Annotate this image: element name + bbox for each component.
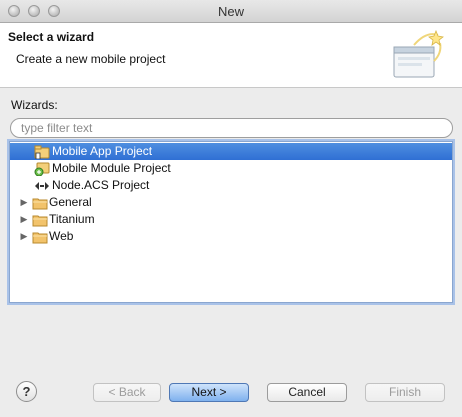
mobile-module-project-icon (34, 162, 50, 176)
new-wizard-dialog: New Select a wizard Create a new mobile … (0, 0, 462, 417)
finish-button[interactable]: Finish (365, 383, 445, 402)
filter-input[interactable] (10, 118, 453, 138)
next-button[interactable]: Next > (169, 383, 249, 402)
expand-arrow-icon[interactable]: ▶ (19, 194, 29, 211)
expand-arrow-icon[interactable]: ▶ (19, 228, 29, 245)
page-title: Select a wizard (8, 30, 95, 44)
folder-icon (32, 198, 48, 210)
tree-item-label: General (49, 195, 92, 209)
cancel-button[interactable]: Cancel (267, 383, 347, 402)
node-acs-project-icon (35, 182, 49, 190)
folder-icon (32, 232, 48, 244)
tree-item-label: Web (49, 229, 74, 243)
tree-item-web[interactable]: ▶ Web (10, 228, 452, 245)
wizard-tree[interactable]: Mobile App Project Mobile Module Project… (9, 141, 453, 303)
tree-item-mobile-app-project[interactable]: Mobile App Project (10, 143, 452, 160)
title-bar: New (0, 0, 462, 23)
expand-arrow-icon[interactable]: ▶ (19, 211, 29, 228)
help-button[interactable]: ? (16, 381, 37, 402)
back-button[interactable]: < Back (93, 383, 161, 402)
folder-icon (32, 215, 48, 227)
wizard-header: Select a wizard Create a new mobile proj… (0, 23, 462, 88)
wizards-label: Wizards: (11, 98, 58, 112)
window-title: New (217, 4, 244, 19)
tree-item-titanium[interactable]: ▶ Titanium (10, 211, 452, 228)
tree-item-label: Mobile App Project (52, 144, 153, 158)
tree-item-mobile-module-project[interactable]: Mobile Module Project (10, 160, 452, 177)
tree-item-label: Titanium (49, 212, 95, 226)
tree-item-node-acs-project[interactable]: Node.ACS Project (10, 177, 452, 194)
tree-item-label: Node.ACS Project (52, 178, 150, 192)
mobile-app-project-icon (34, 145, 50, 159)
wizard-banner-icon (393, 29, 444, 78)
tree-item-label: Mobile Module Project (52, 161, 171, 175)
tree-item-general[interactable]: ▶ General (10, 194, 452, 211)
page-description: Create a new mobile project (16, 52, 166, 66)
